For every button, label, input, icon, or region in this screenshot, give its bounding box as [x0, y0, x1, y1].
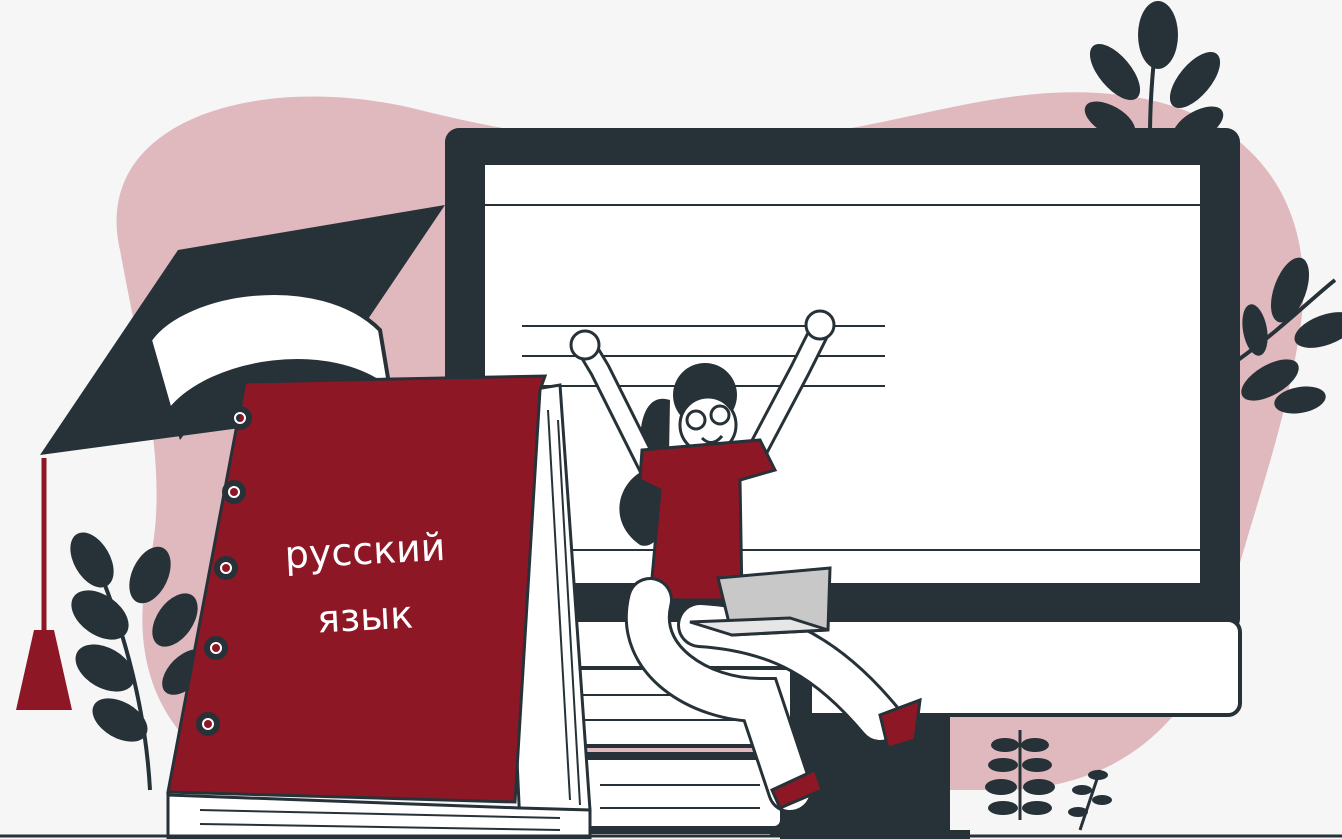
illustration-svg — [0, 1, 1342, 839]
cap-tassel — [16, 630, 72, 710]
book-title-line1: русский — [283, 524, 447, 578]
illustration-scene: русский язык — [0, 0, 1342, 839]
